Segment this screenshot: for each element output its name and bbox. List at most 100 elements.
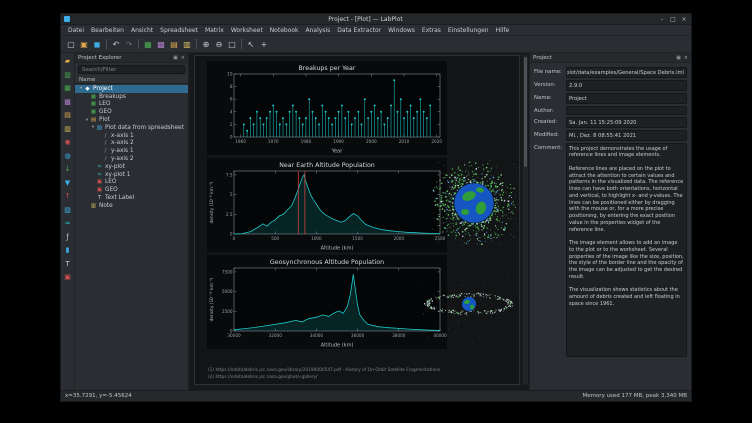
field-row-created: Created:Sa. Jan. 11 15:25:09 2020	[534, 117, 687, 128]
close-button[interactable]: ×	[680, 15, 688, 24]
import-sql-icon[interactable]: ▼	[63, 178, 73, 188]
new-worksheet-icon[interactable]: ▤	[168, 38, 180, 50]
name-field[interactable]: Project	[566, 93, 687, 104]
tree-item-label: GEO	[105, 187, 118, 193]
import-file-icon[interactable]: ↓	[63, 164, 73, 174]
menu-worksheet[interactable]: Worksheet	[228, 26, 266, 35]
title-bar[interactable]: Project - [Plot] — LabPlot –□×	[61, 14, 691, 25]
worksheet[interactable]: Breakups per Year19601970198019902000201…	[194, 55, 520, 385]
comment-field[interactable]: This project demonstrates the usage of r…	[566, 143, 687, 357]
properties-float-icon[interactable]: ▣	[676, 55, 681, 61]
undo-icon[interactable]: ↶	[110, 38, 122, 50]
tree-item-leo[interactable]: ▣LEO	[75, 179, 188, 187]
vertical-scrollbar[interactable]	[523, 55, 528, 385]
new-spreadsheet-icon[interactable]: ▦	[142, 38, 154, 50]
tree-item-note[interactable]: ▥Note	[75, 202, 188, 210]
geo-debris-image[interactable]	[419, 268, 519, 340]
new-histogram-icon[interactable]: ▮	[63, 245, 73, 255]
new-worksheet-icon[interactable]: ▤	[63, 110, 73, 120]
toolbar-separator	[196, 39, 197, 49]
menu-hilfe[interactable]: Hilfe	[493, 26, 513, 35]
modified-field[interactable]: Mi., Dez. 8 08:55:41 2021	[566, 130, 687, 141]
new-live-data-icon[interactable]: ◍	[63, 151, 73, 161]
tree-item-x-axis-1[interactable]: /x-axis 1	[75, 132, 188, 140]
menu-windows[interactable]: Windows	[385, 26, 418, 35]
dock-float-icon[interactable]: ▣	[173, 55, 178, 61]
source-footnotes: (1) https://orbitaldebris.jsc.nasa.gov/l…	[208, 368, 440, 381]
menu-data-extractor[interactable]: Data Extractor	[334, 26, 384, 35]
pan-icon[interactable]: +	[258, 38, 270, 50]
menu-bearbeiten[interactable]: Bearbeiten	[88, 26, 127, 35]
tree-column-header[interactable]: Name	[75, 76, 188, 84]
file-name-label: File name:	[534, 67, 566, 75]
maximize-button[interactable]: □	[669, 15, 677, 24]
open-project-icon[interactable]: ▣	[78, 38, 90, 50]
zoom-out-icon[interactable]: ⊖	[213, 38, 225, 50]
menu-ansicht[interactable]: Ansicht	[128, 26, 156, 35]
export-icon[interactable]: ↑	[63, 191, 73, 201]
tree-item-plot-data-from-spreadsheet[interactable]: ▾▧Plot data from spreadsheet	[75, 124, 188, 132]
created-field[interactable]: Sa. Jan. 11 15:25:09 2020	[566, 117, 687, 128]
zoom-original-icon[interactable]: □	[226, 38, 238, 50]
new-text-label-icon[interactable]: T	[63, 259, 73, 269]
tree-item-xy-plot[interactable]: ≈xy-plot	[75, 163, 188, 171]
redo-icon[interactable]: ↷	[123, 38, 135, 50]
save-project-icon[interactable]: ◼	[91, 38, 103, 50]
search-input[interactable]: Search/Filter	[78, 65, 185, 74]
project-icon: ◆	[84, 86, 91, 92]
minimize-button[interactable]: –	[658, 15, 666, 24]
tree-item-plot[interactable]: ▾▤Plot	[75, 116, 188, 124]
select-icon[interactable]: ↖	[245, 38, 257, 50]
version-field[interactable]: 2.9.0	[566, 80, 687, 91]
tree-item-text-label[interactable]: TText Label	[75, 194, 188, 202]
tree-item-xy-plot-1[interactable]: ≈xy-plot 1	[75, 171, 188, 179]
svg-text:500: 500	[271, 236, 279, 241]
svg-text:5000: 5000	[222, 289, 233, 294]
dock-close-icon[interactable]: ×	[181, 55, 185, 61]
new-equation-curve-icon[interactable]: ƒ	[63, 232, 73, 242]
new-project-icon[interactable]: ▢	[65, 38, 77, 50]
menu-einstellungen[interactable]: Einstellungen	[445, 26, 492, 35]
modified-label: Modified:	[534, 130, 566, 138]
new-note-icon[interactable]: ▥	[181, 38, 193, 50]
new-plot-icon[interactable]: ▧	[63, 205, 73, 215]
new-image-icon[interactable]: ▣	[63, 272, 73, 282]
menu-datei[interactable]: Datei	[65, 26, 87, 35]
new-folder-icon[interactable]: ▰	[63, 56, 73, 66]
menu-notebook[interactable]: Notebook	[267, 26, 302, 35]
curve-icon: ≈	[96, 172, 103, 178]
file-name-field[interactable]: os/Projekte/labplot/data/examples/Genera…	[566, 67, 687, 78]
author-field[interactable]	[566, 106, 687, 115]
tree-item-x-axis-2[interactable]: /x-axis 2	[75, 140, 188, 148]
tree-item-project[interactable]: ▾◆Project	[75, 85, 188, 93]
menu-matrix[interactable]: Matrix	[202, 26, 227, 35]
tree-item-label: Text Label	[105, 195, 134, 201]
new-curve-icon[interactable]: ≈	[63, 218, 73, 228]
image-icon: ▣	[96, 179, 103, 185]
new-datapicker-icon[interactable]: ◉	[63, 137, 73, 147]
toolbar-separator	[138, 39, 139, 49]
zoom-in-icon[interactable]: ⊕	[200, 38, 212, 50]
leo-debris-image[interactable]	[431, 160, 517, 246]
new-matrix-icon[interactable]: ▩	[63, 97, 73, 107]
spreadsheet-icon: ▦	[90, 101, 97, 107]
chart-near-earth-altitude[interactable]: Near Earth Altitude Population0500100015…	[207, 158, 447, 252]
chart-breakups-per-year[interactable]: Breakups per Year19601970198019902000201…	[207, 61, 447, 155]
created-label: Created:	[534, 117, 566, 125]
scrollbar-thumb[interactable]	[524, 57, 527, 167]
tree-item-y-axis-1[interactable]: /y-axis 1	[75, 147, 188, 155]
new-matrix-icon[interactable]: ▩	[155, 38, 167, 50]
menu-extras[interactable]: Extras	[419, 26, 444, 35]
tree-item-geo[interactable]: ▣GEO	[75, 186, 188, 194]
chart-geosynchronous-altitude[interactable]: Geosynchronous Altitude Population300003…	[207, 255, 447, 349]
properties-close-icon[interactable]: ×	[684, 55, 688, 61]
tree-item-y-axis-2[interactable]: /y-axis 2	[75, 155, 188, 163]
new-note-icon[interactable]: ▥	[63, 124, 73, 134]
menu-spreadsheet[interactable]: Spreadsheet	[157, 26, 201, 35]
tree-item-geo[interactable]: ▦GEO	[75, 108, 188, 116]
new-spreadsheet-icon[interactable]: ▦	[63, 83, 73, 93]
menu-analysis[interactable]: Analysis	[303, 26, 334, 35]
tree-item-leo[interactable]: ▦LEO	[75, 101, 188, 109]
new-workbook-icon[interactable]: ▥	[63, 70, 73, 80]
tree-item-breakups[interactable]: ▦Breakups	[75, 93, 188, 101]
